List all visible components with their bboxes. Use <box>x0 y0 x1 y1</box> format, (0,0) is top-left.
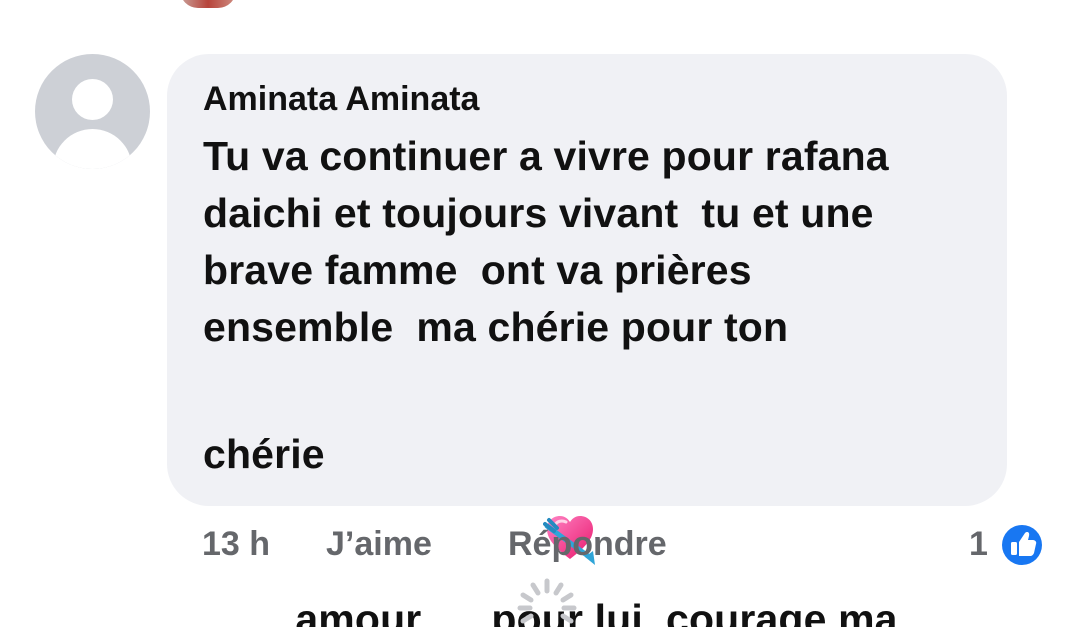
comment-timestamp: 13 h <box>202 525 271 563</box>
top-avatar-fragment <box>180 0 236 8</box>
avatar[interactable] <box>35 54 150 169</box>
reaction-count[interactable]: 1 <box>969 519 988 569</box>
comment-text: Tu va continuer a vivre pour rafana daic… <box>203 128 973 627</box>
comment-line-3: brave famme ont va prières <box>203 247 752 293</box>
comment-screen: Aminata Aminata Tu va continuer a vivre … <box>0 0 1080 627</box>
comment-line-4: ensemble ma chérie pour ton <box>203 304 789 350</box>
comment-line-2: daichi et toujours vivant tu et une <box>203 190 874 236</box>
comment-line-5: amour pour lui courage ma <box>203 356 973 627</box>
comment-line-5-before: amour <box>295 596 422 627</box>
comment-author[interactable]: Aminata Aminata <box>203 78 973 120</box>
reply-action[interactable]: Répondre <box>508 519 667 569</box>
avatar-head <box>72 79 113 120</box>
avatar-body <box>53 129 132 169</box>
comment-bubble: Aminata Aminata Tu va continuer a vivre … <box>167 54 1007 627</box>
like-action[interactable]: J’aime <box>326 519 432 569</box>
comment-actions: 13 h J’aime Répondre 1 <box>202 519 1052 569</box>
like-thumb-icon[interactable] <box>997 520 1047 570</box>
comment-line-1: Tu va continuer a vivre pour rafana <box>203 133 889 179</box>
loading-spinner-icon <box>514 575 580 627</box>
heart-with-arrow-emoji <box>427 434 595 565</box>
